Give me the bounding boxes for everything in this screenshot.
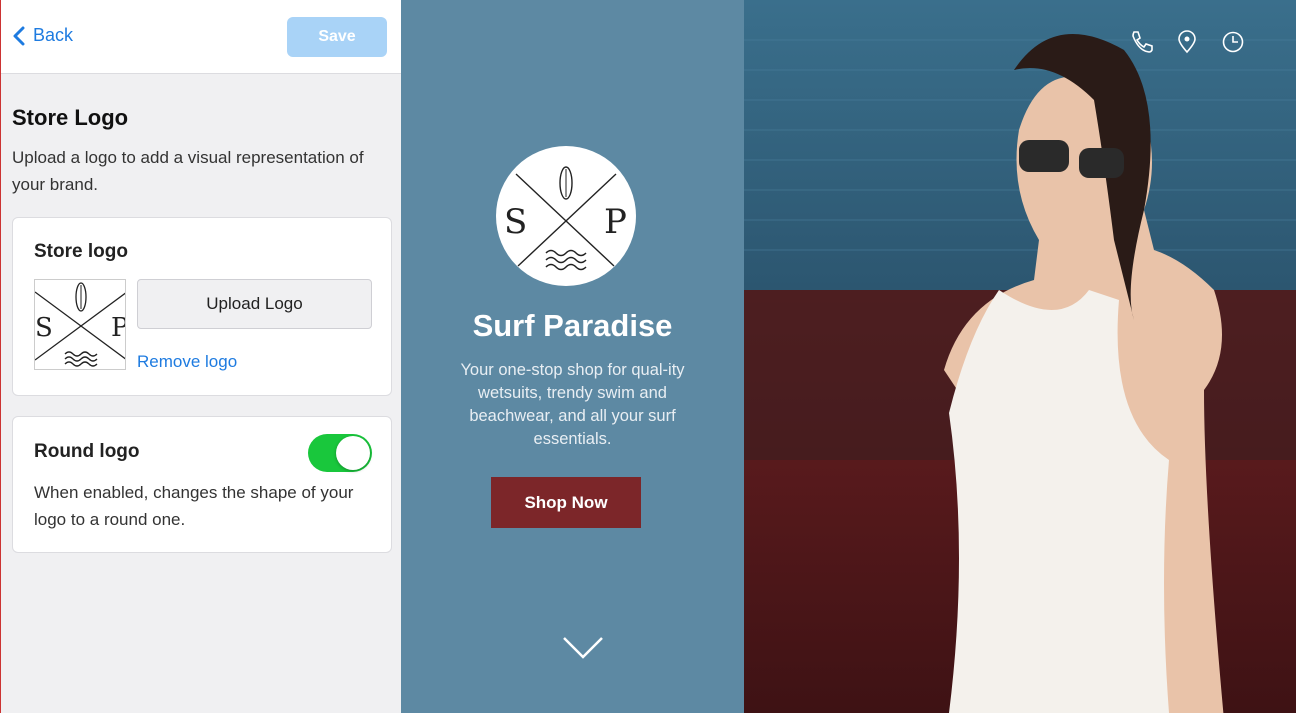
store-round-logo: S P — [496, 146, 636, 286]
clock-icon[interactable] — [1220, 29, 1246, 55]
logo-letter-p: P — [111, 313, 126, 343]
store-description: Your one-stop shop for qual-ity wetsuits… — [460, 361, 685, 448]
round-logo-toggle[interactable] — [308, 434, 372, 472]
round-logo-label: Round logo — [34, 441, 140, 462]
round-logo-letter-s: S — [504, 202, 527, 242]
shop-now-button[interactable]: Shop Now — [491, 477, 641, 528]
chevron-left-icon — [13, 26, 25, 45]
section-description: Upload a logo to add a visual representa… — [12, 148, 364, 194]
store-logo-card: Store logo S P Upload Logo Remove logo — [12, 217, 392, 396]
editor-panel: Back Save Store Logo Upload a logo to ad… — [0, 0, 401, 713]
location-pin-icon[interactable] — [1174, 29, 1200, 55]
round-logo-letter-p: P — [604, 202, 627, 242]
back-button[interactable]: Back — [13, 25, 73, 46]
store-logo-label: Store logo — [34, 241, 128, 262]
hero-image — [744, 0, 1296, 713]
remove-logo-link[interactable]: Remove logo — [137, 352, 237, 372]
section-title: Store Logo — [12, 105, 129, 130]
editor-toolbar: Back Save — [1, 0, 401, 74]
logo-letter-s: S — [35, 313, 53, 343]
contact-icons — [1128, 29, 1246, 55]
round-logo-description: When enabled, changes the shape of your … — [34, 483, 354, 529]
chevron-down-icon[interactable] — [562, 636, 604, 660]
store-name: Surf Paradise — [472, 308, 673, 343]
logo-thumbnail: S P — [34, 279, 126, 370]
upload-logo-button[interactable]: Upload Logo — [137, 279, 372, 329]
toggle-knob — [336, 436, 370, 470]
back-label: Back — [33, 25, 74, 45]
save-button[interactable]: Save — [287, 17, 387, 57]
store-preview: S P Surf Paradise Your one-stop shop for… — [401, 0, 744, 713]
phone-icon[interactable] — [1128, 29, 1154, 55]
round-logo-card: Round logo When enabled, changes the sha… — [12, 416, 392, 553]
hero-photo — [744, 0, 1296, 713]
